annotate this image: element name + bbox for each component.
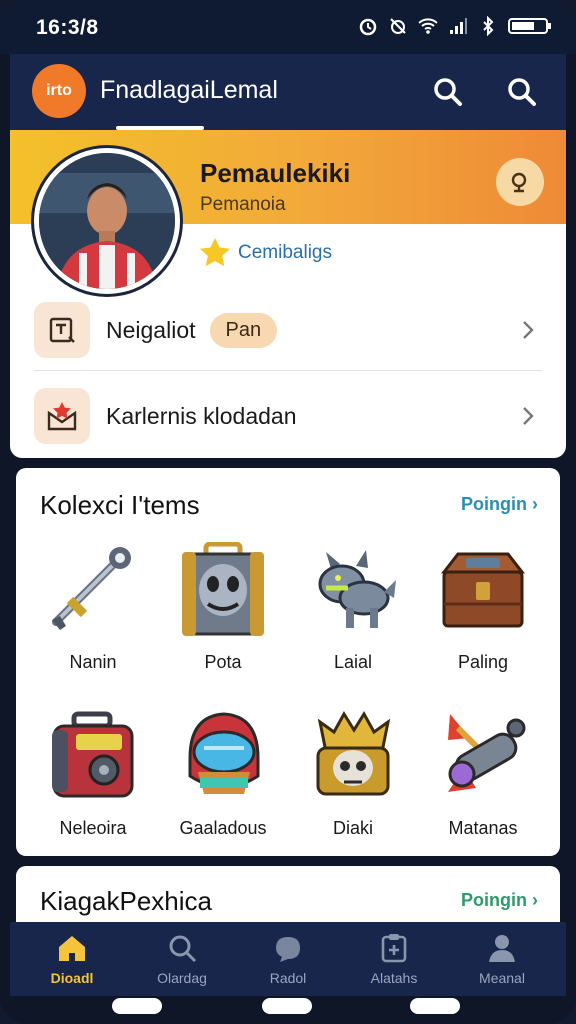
status-time: 16:3/8 xyxy=(36,16,99,39)
collection-item[interactable]: Diaki xyxy=(288,704,418,856)
status-icons xyxy=(358,16,552,36)
search-icon xyxy=(434,78,462,106)
nav-item-tasks[interactable]: Alatahs xyxy=(344,928,444,994)
item-label: Paling xyxy=(457,652,509,672)
item-grid: Nanin Pota Laial Paling Neleoira Gaalado… xyxy=(28,538,548,856)
item-label: Diaki xyxy=(332,818,373,838)
avatar[interactable] xyxy=(34,148,180,294)
helmet-icon xyxy=(188,712,260,794)
row-label: Karlernis klodadan xyxy=(106,402,297,429)
row-icon xyxy=(34,302,90,358)
section-title: KiagakPexhica xyxy=(40,886,212,916)
search-button[interactable] xyxy=(428,72,468,112)
avatar-image xyxy=(39,153,175,289)
key-icon xyxy=(52,547,131,630)
collection-item[interactable]: Nanin xyxy=(28,538,158,690)
app-title: FnadlagaiLemal xyxy=(100,76,278,104)
mail-star-icon xyxy=(47,402,77,431)
profile-card: Pemaulekiki Pemanoia Cemibaligs Neigalio… xyxy=(10,130,566,458)
battery-icon xyxy=(508,18,551,34)
treasure-chest-icon xyxy=(440,552,526,628)
gesture-bar xyxy=(262,998,312,1014)
clipboard-icon xyxy=(381,934,407,963)
status-bar: 16:3/8 xyxy=(0,0,576,54)
chevron-right-icon xyxy=(523,407,534,425)
gesture-bar xyxy=(410,998,460,1014)
collection-item[interactable]: Matanas xyxy=(418,704,548,856)
home-icon xyxy=(59,936,85,961)
search-icon xyxy=(508,78,536,106)
alarm-icon xyxy=(359,18,377,36)
app-logo[interactable]: irto xyxy=(32,64,86,118)
chevron-right-icon xyxy=(523,321,534,339)
profile-subtitle: Pemanoia xyxy=(200,194,286,215)
profile-icon xyxy=(489,935,515,962)
collection-card: Kolexci I'tems Poingin › Nanin Pota Laia… xyxy=(16,468,560,856)
skull-crown-icon xyxy=(316,711,391,796)
document-icon xyxy=(49,317,75,343)
wolf-creature-icon xyxy=(318,550,396,628)
item-label: Gaaladous xyxy=(179,818,267,838)
divider xyxy=(34,370,542,371)
nav-label: Olardag xyxy=(157,970,207,986)
radio-device-icon xyxy=(52,711,134,798)
profile-action-button[interactable] xyxy=(496,158,544,206)
search-icon xyxy=(511,172,527,193)
nav-label: Dioadl xyxy=(50,970,94,986)
profile-name: Pemaulekiki xyxy=(200,158,351,188)
nav-label: Radol xyxy=(269,970,307,986)
item-label: Laial xyxy=(333,652,373,672)
collection-item[interactable]: Pota xyxy=(158,538,288,690)
profile-level: Cemibaligs xyxy=(238,242,332,263)
nav-item-search[interactable]: Olardag xyxy=(132,928,232,994)
chest-monster-icon xyxy=(182,542,264,636)
nav-item-profile[interactable]: Meanal xyxy=(452,928,552,994)
item-label: Matanas xyxy=(448,818,518,838)
see-more-label: Poingin xyxy=(461,494,527,514)
see-more-link[interactable]: Poingin › xyxy=(461,494,538,515)
nav-item-home[interactable]: Dioadl xyxy=(22,928,122,994)
search-icon xyxy=(169,935,197,963)
collection-item[interactable]: Gaaladous xyxy=(158,704,288,856)
see-more-link[interactable]: Poingin › xyxy=(461,890,538,911)
nav-label: Meanal xyxy=(479,970,525,986)
cannon-icon xyxy=(448,714,526,792)
bluetooth-icon xyxy=(483,16,494,36)
wifi-icon xyxy=(418,18,438,34)
row-icon xyxy=(34,388,90,444)
collection-item[interactable]: Laial xyxy=(288,538,418,690)
app-bar: irto FnadlagaiLemal xyxy=(10,54,566,130)
row-badge: Pan xyxy=(209,312,278,348)
bottom-nav: Dioadl Olardag Radol Alatahs Meanal xyxy=(10,922,566,996)
nav-label: Alatahs xyxy=(370,970,418,986)
item-label: Nanin xyxy=(69,652,117,672)
see-more-label: Poingin xyxy=(461,890,527,910)
alarm-off-icon xyxy=(390,18,406,34)
phone-screen: 16:3/8 irto FnadlagaiLemal Pemaulekiki P… xyxy=(0,0,576,1024)
signal-icon xyxy=(450,18,467,34)
item-label: Pota xyxy=(204,652,242,672)
profile-row-notification[interactable]: Neigaliot Pan xyxy=(34,294,542,366)
chat-icon xyxy=(276,937,300,962)
row-label: Neigaliot xyxy=(106,316,196,343)
collection-item[interactable]: Paling xyxy=(418,538,548,690)
section-title: Kolexci I'tems xyxy=(40,490,200,520)
nav-item-chat[interactable]: Radol xyxy=(238,928,338,994)
gesture-bar xyxy=(112,998,162,1014)
search-alt-button[interactable] xyxy=(502,72,542,112)
item-label: Neleoira xyxy=(59,818,127,838)
star-icon xyxy=(200,238,230,267)
collection-item[interactable]: Neleoira xyxy=(28,704,158,856)
profile-row-rewards[interactable]: Karlernis klodadan xyxy=(34,380,542,452)
